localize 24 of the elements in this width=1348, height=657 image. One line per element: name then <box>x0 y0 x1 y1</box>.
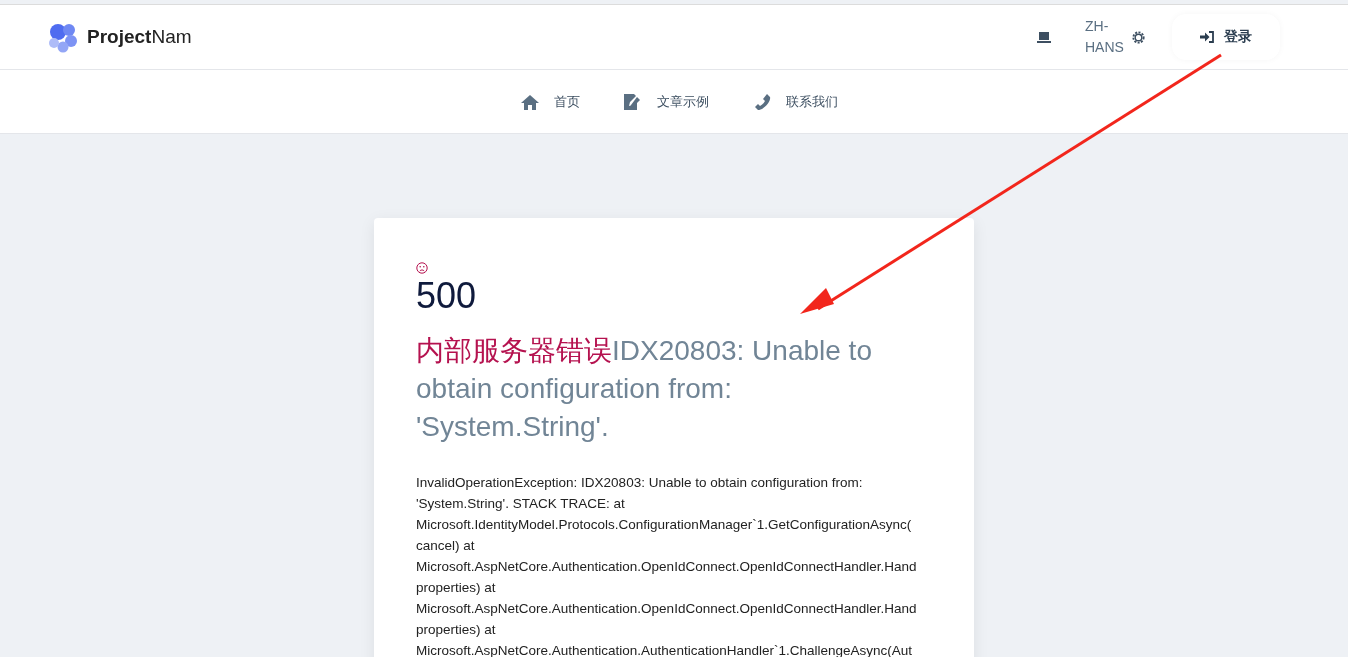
stack-trace-line: Microsoft.AspNetCore.Authentication.OpenIdConnect.OpenIdConnectHandler.Hand <box>416 558 917 576</box>
settings-icon[interactable] <box>1131 29 1146 45</box>
stack-trace-line: Microsoft.IdentityModel.Protocols.ConfigurationManager`1.GetConfigurationAsync( <box>416 516 912 534</box>
brand-name[interactable]: ProjectNam <box>87 26 192 48</box>
error-heading: 内部服务器错误IDX20803: Unable to obtain configuration from: 'System.String'. <box>416 334 873 444</box>
nav-link[interactable]: 联系我们 <box>752 92 838 111</box>
stack-trace-line: 'System.String'. STACK TRACE: at <box>416 495 625 513</box>
stack-trace-line: cancel) at <box>416 537 475 555</box>
home-icon <box>520 93 539 110</box>
nav-link[interactable]: 文章示例 <box>623 92 709 111</box>
login-button[interactable]: 登录 <box>1172 14 1280 60</box>
stack-trace-line: properties) at <box>416 579 496 597</box>
logo-icon <box>47 21 79 53</box>
error-code: 500 <box>416 274 477 318</box>
language-selector[interactable]: ZH-HANS <box>1085 16 1127 58</box>
sign-in-icon <box>1200 31 1214 43</box>
nav-link[interactable]: 首页 <box>520 92 580 111</box>
stack-trace-line: Microsoft.AspNetCore.Authentication.OpenIdConnect.OpenIdConnectHandler.Hand <box>416 600 917 618</box>
stack-trace-line: InvalidOperationException: IDX20803: Unable to obtain configuration from: <box>416 474 863 492</box>
stack-trace-line: Microsoft.AspNetCore.Authentication.AuthenticationHandler`1.ChallengeAsync(Aut <box>416 642 912 657</box>
sad-face-icon <box>416 262 428 274</box>
stack-trace-line: properties) at <box>416 621 496 639</box>
edit-icon <box>623 93 642 110</box>
laptop-icon[interactable] <box>1037 31 1051 43</box>
